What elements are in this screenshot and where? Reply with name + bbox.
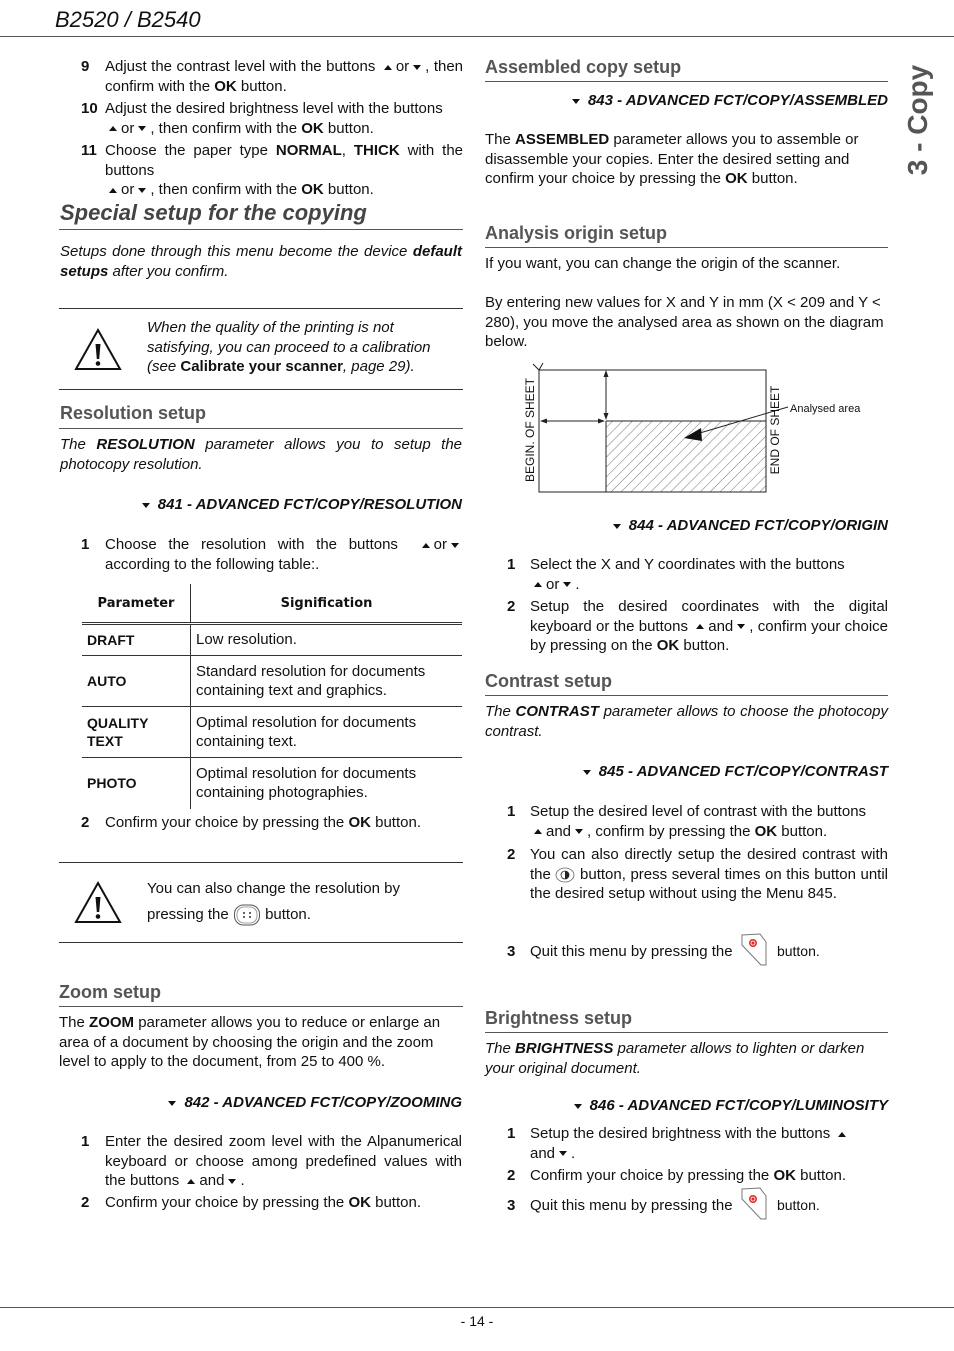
down-arrow-icon [138,187,147,193]
menu-arrow-icon [168,1100,177,1106]
up-arrow-icon [696,624,705,630]
stop-button-icon [741,933,767,966]
menu-arrow-icon [582,769,591,775]
section-divider [59,428,463,429]
zoom-intro: The ZOOM parameter allows you to reduce … [59,1014,441,1070]
section-divider [59,1006,463,1007]
up-arrow-icon [838,1131,847,1137]
up-arrow-icon [109,187,117,193]
analysed-area-hatch [606,421,766,492]
menu-arrow-icon [141,502,150,508]
down-arrow-icon [138,126,147,132]
menu-path-841: 841 - ADVANCED FCT/COPY/RESOLUTION [138,496,462,513]
down-arrow-icon [228,1178,237,1184]
section-title-special-setup: Special setup for the copying [60,200,367,225]
scan-area-diagram: BEGIN. OF SHEET END OF SHEET Analysed ar… [515,360,875,500]
footer-divider [0,1307,954,1308]
table-header-parameter: Parameter [82,584,191,625]
assembled-description: The ASSEMBLED parameter allows you to as… [485,131,859,187]
resolution-intro: The RESOLUTION parameter allows you to s… [60,436,463,473]
brightness-intro: The BRIGHTNESS parameter allows to light… [485,1040,865,1077]
analysed-area-label: Analysed area [790,403,861,415]
up-arrow-icon [383,64,392,70]
section-divider [485,81,888,82]
origin-paragraph-1: If you want, you can change the origin o… [485,255,841,272]
down-arrow-icon [563,582,572,588]
section-title-brightness: Brightness setup [485,1008,633,1028]
contrast-intro: The CONTRAST parameter allows to choose … [485,703,888,740]
page-number: - 14 - [460,1313,494,1329]
down-arrow-icon [575,829,584,835]
menu-path-846: 846 - ADVANCED FCT/COPY/LUMINOSITY [570,1097,888,1114]
table-row: AUTO Standard resolution for documents c… [82,655,462,707]
section-divider [485,247,888,248]
chapter-tab-label: 3 - Copy [902,64,933,176]
resolution-button-note: You can also change the resolution by pr… [59,862,463,943]
calibration-note: When the quality of the printing is not … [59,308,463,390]
section-divider [485,1032,888,1033]
menu-path-843: 843 - ADVANCED FCT/COPY/ASSEMBLED [568,92,888,109]
begin-of-sheet-label: BEGIN. OF SHEET [523,378,537,483]
section-divider [485,695,888,696]
warning-icon [74,327,122,370]
menu-arrow-icon [612,523,621,529]
chapter-tab: 3 - Copy [898,60,938,180]
up-arrow-icon [534,829,542,835]
left-column: 9 Adjust the contrast level with the but… [59,58,464,1211]
right-column: Assembled copy setup 843 - ADVANCED FCT/… [485,0,888,1300]
origin-paragraph-2: By entering new values for X and Y in mm… [485,294,884,350]
special-setup-intro: Setups done through this menu become the… [60,243,462,280]
table-header-signification: Signification [190,584,462,625]
up-arrow-icon [187,1178,196,1184]
down-arrow-icon [413,64,422,70]
section-title-assembled: Assembled copy setup [485,57,682,77]
section-title-resolution: Resolution setup [60,403,207,423]
down-arrow-icon [451,542,459,548]
section-title-zoom: Zoom setup [59,982,161,1002]
up-arrow-icon [534,582,542,588]
menu-path-842: 842 - ADVANCED FCT/COPY/ZOOMING [164,1094,462,1111]
contrast-button-icon [556,867,575,882]
section-title-analysis-origin: Analysis origin setup [485,223,668,243]
menu-path-845: 845 - ADVANCED FCT/COPY/CONTRAST [579,763,888,780]
resolution-button-icon [233,904,260,926]
table-row: DRAFT Low resolution. [82,623,462,656]
up-arrow-icon [421,542,430,548]
down-arrow-icon [737,624,746,630]
scan-area-diagram-graphic [532,362,789,493]
section-divider [59,229,463,230]
menu-arrow-icon [571,98,580,104]
stop-button-icon [741,1187,767,1220]
section-title-contrast: Contrast setup [485,671,613,691]
down-arrow-icon [559,1151,568,1157]
resolution-table: Parameter Signification DRAFT Low resolu… [82,584,462,809]
up-arrow-icon [109,126,117,132]
menu-path-844: 844 - ADVANCED FCT/COPY/ORIGIN [609,517,888,534]
end-of-sheet-label: END OF SHEET [768,385,782,475]
table-row: QUALITY TEXT Optimal resolution for docu… [82,706,462,758]
menu-arrow-icon [573,1103,582,1109]
warning-icon [74,880,122,923]
table-row: PHOTO Optimal resolution for documents c… [82,757,462,809]
